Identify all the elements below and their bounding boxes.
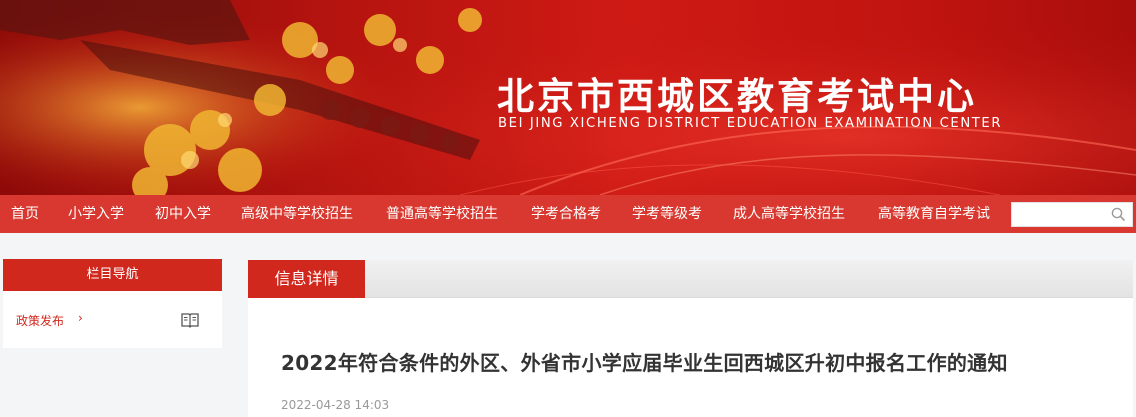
article-date: 2022-04-28 14:03 (281, 398, 390, 412)
sidebar: 栏目导航 政策发布 › (3, 259, 222, 348)
search-icon[interactable] (1111, 207, 1126, 226)
nav-item-pass-exam[interactable]: 学考合格考 (531, 195, 601, 233)
tab-info-detail[interactable]: 信息详情 (248, 260, 365, 298)
site-subtitle: BEI JING XICHENG DISTRICT EDUCATION EXAM… (498, 116, 1003, 131)
nav-item-junior-high[interactable]: 初中入学 (155, 195, 211, 233)
content-panel: 信息详情 2022年符合条件的外区、外省市小学应届毕业生回西城区升初中报名工作的… (248, 260, 1133, 417)
nav-item-senior-high[interactable]: 高级中等学校招生 (241, 195, 353, 233)
sidebar-heading: 栏目导航 (3, 259, 222, 291)
book-icon (180, 311, 200, 333)
content-tabbar: 信息详情 (248, 260, 1133, 298)
header-banner: 北京市西城区教育考试中心 BEI JING XICHENG DISTRICT E… (0, 0, 1136, 195)
sidebar-item-label: 政策发布 (16, 314, 65, 328)
chevron-right-icon: › (78, 311, 83, 325)
nav-item-college-admission[interactable]: 普通高等学校招生 (386, 195, 498, 233)
sidebar-item-policy[interactable]: 政策发布 › (3, 291, 222, 348)
nav-item-grade-exam[interactable]: 学考等级考 (632, 195, 702, 233)
main-nav: 首页 小学入学 初中入学 高级中等学校招生 普通高等学校招生 学考合格考 学考等… (0, 195, 1136, 233)
nav-item-home[interactable]: 首页 (11, 195, 39, 233)
search-input[interactable] (1012, 203, 1107, 226)
nav-item-primary-school[interactable]: 小学入学 (68, 195, 124, 233)
site-title: 北京市西城区教育考试中心 (497, 74, 977, 118)
search-box (1011, 202, 1133, 227)
article-title: 2022年符合条件的外区、外省市小学应届毕业生回西城区升初中报名工作的通知 (281, 351, 1008, 375)
nav-item-self-study-exam[interactable]: 高等教育自学考试 (878, 195, 990, 233)
nav-item-adult-college[interactable]: 成人高等学校招生 (733, 195, 845, 233)
